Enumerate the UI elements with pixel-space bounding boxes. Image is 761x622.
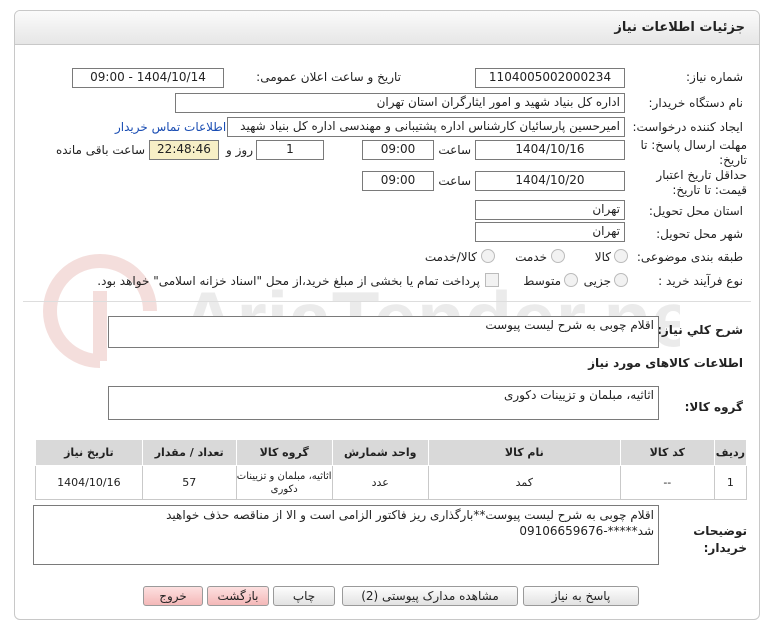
category-service-radio[interactable] xyxy=(551,249,565,263)
validity-date-field: 1404/10/20 xyxy=(475,171,625,191)
remaining-label: ساعت باقی مانده xyxy=(55,143,145,157)
city-label: شهر محل تحویل: xyxy=(656,227,743,241)
buyer-notes-field: اقلام چوبی به شرح لیست پیوست**بارگذاری ر… xyxy=(33,505,659,565)
goods-group-field: اثاثیه، مبلمان و تزیینات دکوری xyxy=(108,386,659,420)
panel-header: جزئیات اطلاعات نیاز xyxy=(15,11,759,45)
buyer-notes-label: توضیحات خریدار: xyxy=(693,524,747,555)
need-number-field: 1104005002000234 xyxy=(475,68,625,88)
col-unit: واحد شمارش xyxy=(331,439,429,466)
cell-date: 1404/10/16 xyxy=(35,465,143,500)
buyer-field: اداره کل بنیاد شهید و امور ایثارگران است… xyxy=(175,93,625,113)
category-goods-radio[interactable] xyxy=(614,249,628,263)
deadline-time-field: 09:00 xyxy=(362,140,434,160)
col-group: گروه کالا xyxy=(235,439,333,466)
days-label: روز و xyxy=(226,143,253,157)
col-code: کد کالا xyxy=(619,439,715,466)
process-medium-radio[interactable] xyxy=(564,273,578,287)
buyer-contact-link[interactable]: اطلاعات تماس خریدار xyxy=(115,120,226,134)
attachments-button[interactable]: مشاهده مدارک پیوستی (2) xyxy=(342,586,518,606)
validity-label: حداقل تاریخ اعتبار قیمت: تا تاریخ: xyxy=(656,168,747,197)
back-button[interactable]: بازگشت xyxy=(207,586,269,606)
details-panel: جزئیات اطلاعات نیاز AriaTender.net شماره… xyxy=(14,10,760,620)
buyer-label: نام دستگاه خریدار: xyxy=(648,96,744,110)
items-section-title: اطلاعات کالاهای مورد نیاز xyxy=(588,356,743,370)
reply-button[interactable]: پاسخ به نیاز xyxy=(523,586,639,606)
category-goods-label: کالا xyxy=(594,250,611,264)
process-minor-label: جزیی xyxy=(583,274,611,288)
days-field: 1 xyxy=(256,140,324,160)
category-both-label: کالا/خدمت xyxy=(424,250,477,264)
description-label: شرح کلي نياز: xyxy=(657,323,743,337)
deadline-date-field: 1404/10/16 xyxy=(475,140,625,160)
treasury-note: پرداخت تمام یا بخشی از مبلغ خرید،از محل … xyxy=(97,274,480,288)
table-row: 1 -- کمد عدد اثاثیه، مبلمان و تزیینات دک… xyxy=(35,465,748,500)
announce-label: تاریخ و ساعت اعلان عمومی: xyxy=(256,70,401,84)
col-name: نام کالا xyxy=(427,439,621,466)
cell-qty: 57 xyxy=(141,465,237,500)
process-label: نوع فرآیند خرید : xyxy=(658,274,743,288)
validity-time-label: ساعت xyxy=(438,174,471,188)
col-qty: تعداد / مقدار xyxy=(141,439,237,466)
divider xyxy=(23,301,751,302)
validity-time-field: 09:00 xyxy=(362,171,434,191)
category-service-label: خدمت xyxy=(515,250,547,264)
province-label: استان محل تحویل: xyxy=(648,204,743,218)
process-medium-label: متوسط xyxy=(523,274,561,288)
items-table-header: ردیف کد کالا نام کالا واحد شمارش گروه کا… xyxy=(35,439,748,466)
page: جزئیات اطلاعات نیاز AriaTender.net شماره… xyxy=(0,0,761,622)
need-number-label: شماره نیاز: xyxy=(686,70,743,84)
process-minor-radio[interactable] xyxy=(614,273,628,287)
cell-row: 1 xyxy=(713,465,748,500)
announce-field: 1404/10/14 - 09:00 xyxy=(72,68,224,88)
remaining-time-field: 22:48:46 xyxy=(149,140,219,160)
city-field: تهران xyxy=(475,222,625,242)
items-table: ردیف کد کالا نام کالا واحد شمارش گروه کا… xyxy=(35,439,748,500)
category-label: طبقه بندی موضوعی: xyxy=(636,250,743,264)
requester-field: امیرحسین پارسائیان کارشناس اداره پشتیبان… xyxy=(227,117,625,137)
cell-name: کمد xyxy=(427,465,621,500)
goods-group-label: گروه کالا: xyxy=(684,400,743,414)
deadline-label: مهلت ارسال پاسخ: تا تاریخ: xyxy=(640,138,747,167)
print-button[interactable]: چاپ xyxy=(273,586,335,606)
col-date: تاریخ نیاز xyxy=(35,439,143,466)
exit-button[interactable]: خروج xyxy=(143,586,203,606)
description-field: اقلام چوبی به شرح لیست پیوست xyxy=(108,316,659,348)
province-field: تهران xyxy=(475,200,625,220)
cell-group: اثاثیه، مبلمان و تزیینات دکوری xyxy=(235,465,333,500)
category-both-radio[interactable] xyxy=(481,249,495,263)
requester-label: ایجاد کننده درخواست: xyxy=(632,120,743,134)
deadline-time-label: ساعت xyxy=(438,143,471,157)
panel-title: جزئیات اطلاعات نیاز xyxy=(614,20,745,35)
treasury-checkbox[interactable] xyxy=(485,273,499,287)
cell-code: -- xyxy=(619,465,715,500)
cell-unit: عدد xyxy=(331,465,429,500)
col-row: ردیف xyxy=(713,439,748,466)
